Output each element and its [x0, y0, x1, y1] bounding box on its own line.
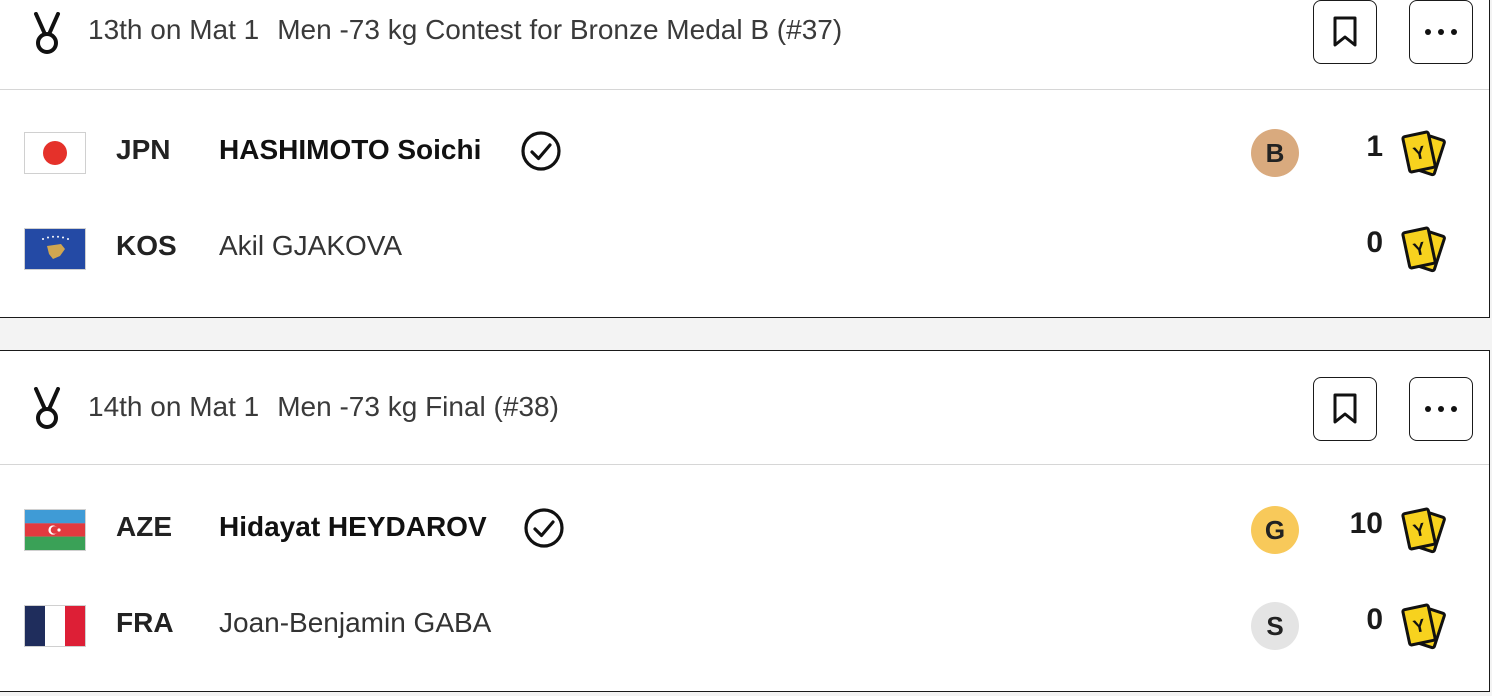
contest-header: 14th on Mat 1 Men -73 kg Final (#38): [0, 351, 1489, 465]
more-icon: [1425, 406, 1457, 412]
contest-title: Men -73 kg Contest for Bronze Medal B (#…: [277, 14, 843, 45]
gold-medal-badge: G: [1251, 506, 1299, 554]
score: 0: [1366, 603, 1383, 636]
yellow-card-icon: Y: [1401, 507, 1446, 554]
contest-order: 14th on Mat 1: [88, 391, 260, 422]
contest-info: 13th on Mat 1 Men -73 kg Contest for Bron…: [88, 14, 842, 46]
bookmark-icon: [1333, 393, 1357, 424]
athlete-name[interactable]: Akil GJAKOVA: [219, 230, 402, 262]
flag-kos-icon: [24, 228, 86, 270]
athlete-name[interactable]: Joan-Benjamin GABA: [219, 607, 491, 639]
more-button[interactable]: [1409, 377, 1473, 441]
contest-header: 13th on Mat 1 Men -73 kg Contest for Bron…: [0, 0, 1489, 90]
athlete-row[interactable]: KOS Akil GJAKOVA 0 Y: [0, 204, 1489, 294]
flag-fra-icon: [24, 605, 86, 647]
medal-icon: [34, 387, 60, 429]
yellow-card-icon: Y: [1401, 130, 1446, 177]
yellow-card-icon: Y: [1401, 603, 1446, 650]
athlete-name[interactable]: HASHIMOTO Soichi: [219, 134, 481, 166]
check-circle-icon: [521, 131, 561, 171]
athlete-name[interactable]: Hidayat HEYDAROV: [219, 511, 487, 543]
bookmark-icon: [1333, 16, 1357, 47]
flag-aze-icon: [24, 509, 86, 551]
check-circle-icon: [524, 508, 564, 548]
bookmark-button[interactable]: [1313, 0, 1377, 64]
contest-order: 13th on Mat 1: [88, 14, 260, 45]
score: 1: [1366, 130, 1383, 163]
country-code: JPN: [116, 134, 171, 165]
athlete-row[interactable]: AZE Hidayat HEYDAROV G 10 Y: [0, 485, 1489, 575]
athlete-row[interactable]: FRA Joan-Benjamin GABA S 0 Y: [0, 581, 1489, 671]
medal-icon: [34, 12, 60, 54]
silver-medal-badge: S: [1251, 602, 1299, 650]
yellow-card-icon: Y: [1401, 226, 1446, 273]
more-icon: [1425, 29, 1457, 35]
bookmark-button[interactable]: [1313, 377, 1377, 441]
athlete-row[interactable]: JPN HASHIMOTO Soichi B 1 Y: [0, 108, 1489, 198]
country-code: KOS: [116, 230, 177, 261]
contest-card: 14th on Mat 1 Men -73 kg Final (#38) AZE …: [0, 350, 1490, 692]
contest-info: 14th on Mat 1 Men -73 kg Final (#38): [88, 391, 559, 423]
contest-card: 13th on Mat 1 Men -73 kg Contest for Bron…: [0, 0, 1490, 318]
country-code: AZE: [116, 511, 172, 542]
country-code: FRA: [116, 607, 174, 638]
bronze-medal-badge: B: [1251, 129, 1299, 177]
score: 10: [1349, 507, 1383, 540]
contest-title: Men -73 kg Final (#38): [277, 391, 559, 422]
more-button[interactable]: [1409, 0, 1473, 64]
score: 0: [1366, 226, 1383, 259]
flag-jpn-icon: [24, 132, 86, 174]
